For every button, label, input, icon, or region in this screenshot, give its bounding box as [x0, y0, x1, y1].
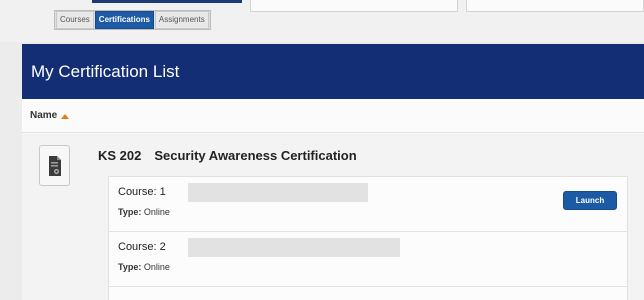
course-type-label: Type: — [118, 207, 142, 217]
top-strip: Courses Certifications Assignments — [0, 0, 644, 42]
certification-title: KS 202 Security Awareness Certification — [98, 148, 357, 163]
document-certificate-icon — [48, 155, 61, 176]
course-list: Course: 1 Type: Online Launch Course: 2 … — [108, 176, 628, 300]
view-tabs: Courses Certifications Assignments — [54, 10, 211, 30]
tab-courses[interactable]: Courses — [56, 11, 94, 29]
course-row: Course: 2 Type: Online — [109, 232, 627, 287]
course-type-value: Online — [143, 262, 170, 272]
redacted-text — [188, 183, 368, 202]
redacted-text — [188, 238, 400, 257]
course-row: Course: 1 Type: Online Launch — [109, 177, 627, 232]
page: Courses Certifications Assignments My Ce… — [0, 0, 644, 300]
tab-certifications[interactable]: Certifications — [94, 11, 154, 29]
course-type-value: Online — [143, 207, 170, 217]
top-accent-bar — [92, 0, 242, 3]
certificate-icon-box — [39, 145, 70, 186]
course-name: Course: 1 — [118, 186, 166, 198]
top-card — [250, 0, 458, 12]
panel-title: My Certification List — [31, 61, 180, 81]
course-name: Course: 2 — [118, 241, 166, 253]
name-column-header[interactable]: Name — [22, 99, 644, 133]
course-type: Type: Online — [118, 262, 170, 272]
top-card — [466, 0, 644, 12]
certification-item: KS 202 Security Awareness Certification … — [22, 134, 644, 300]
course-type-label: Type: — [118, 262, 142, 272]
course-type: Type: Online — [118, 207, 170, 217]
tab-assignments[interactable]: Assignments — [154, 11, 209, 29]
certification-panel: My Certification List Name KS 202 Securi… — [22, 44, 644, 300]
panel-header: My Certification List — [22, 44, 644, 99]
launch-button[interactable]: Launch — [563, 191, 617, 210]
sort-ascending-icon[interactable] — [61, 113, 70, 119]
name-column-label: Name — [30, 110, 58, 121]
